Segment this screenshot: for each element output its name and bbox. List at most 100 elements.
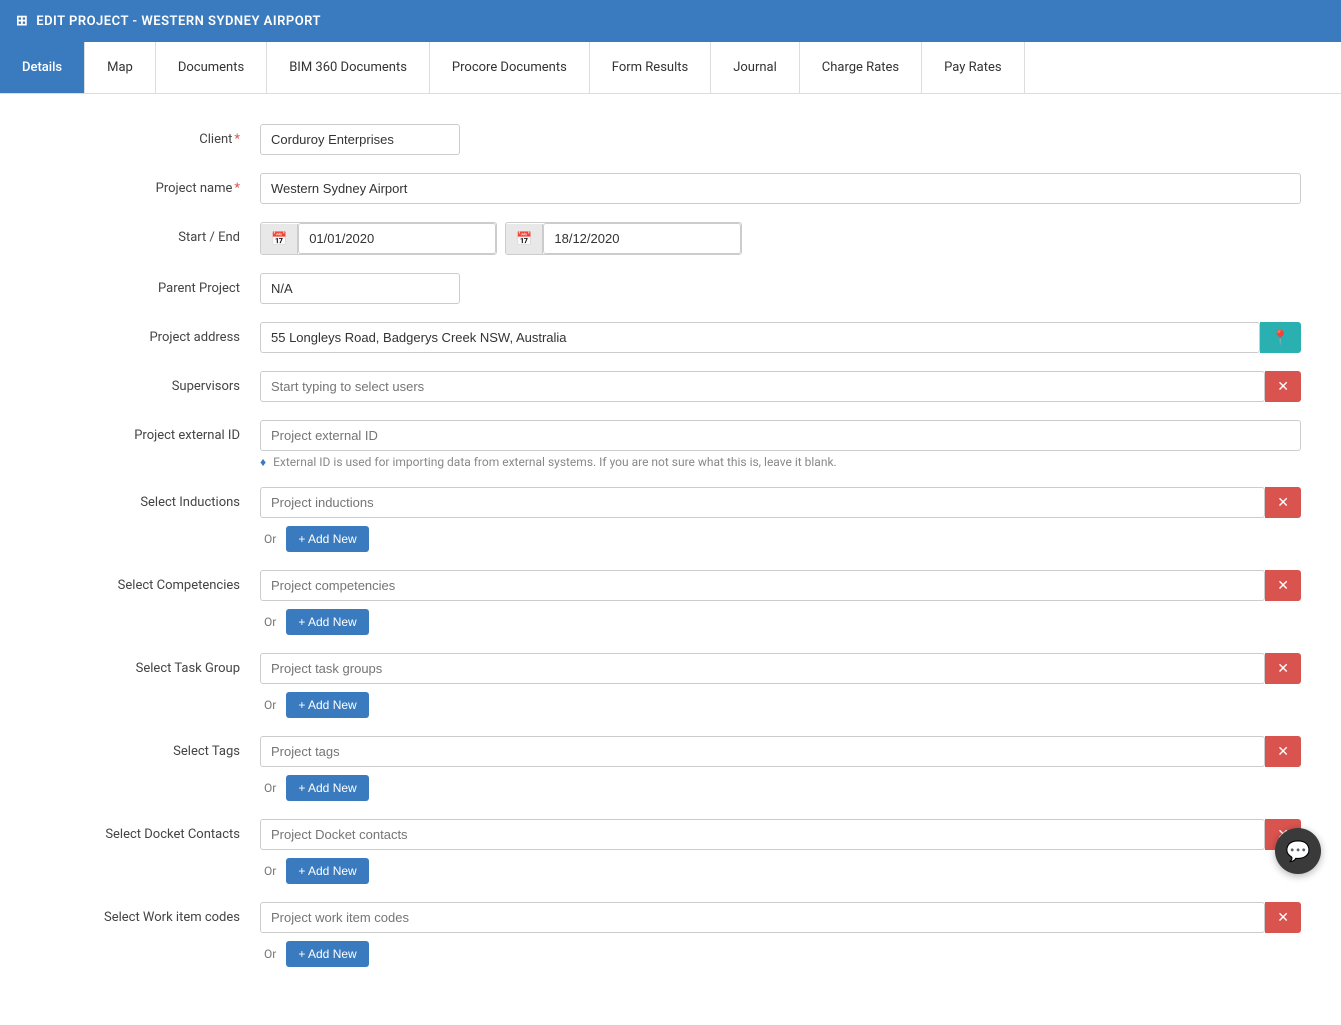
competencies-clear-button[interactable]: ✕ bbox=[1265, 570, 1301, 601]
tags-clear-button[interactable]: ✕ bbox=[1265, 736, 1301, 767]
external-id-control: ♦ External ID is used for importing data… bbox=[260, 420, 1301, 469]
tags-control: ✕ Or + Add New bbox=[260, 736, 1301, 801]
task-group-select-wrap: ✕ bbox=[260, 653, 1301, 684]
work-item-codes-control: ✕ Or + Add New bbox=[260, 902, 1301, 967]
supervisors-control: ✕ bbox=[260, 371, 1301, 402]
tab-bar: Details Map Documents BIM 360 Documents … bbox=[0, 42, 1341, 94]
supervisors-row: Supervisors ✕ bbox=[40, 371, 1301, 402]
tab-procore[interactable]: Procore Documents bbox=[430, 42, 590, 93]
client-row: Client* bbox=[40, 124, 1301, 155]
tags-add-new-button[interactable]: + Add New bbox=[286, 775, 368, 801]
header-title: EDIT PROJECT - WESTERN SYDNEY AIRPORT bbox=[36, 14, 321, 29]
project-name-control bbox=[260, 173, 1301, 204]
competencies-select-wrap: ✕ bbox=[260, 570, 1301, 601]
select-work-item-codes-row: Select Work item codes ✕ Or + Add New bbox=[40, 902, 1301, 967]
docket-contacts-control: ✕ Or + Add New bbox=[260, 819, 1301, 884]
task-group-clear-button[interactable]: ✕ bbox=[1265, 653, 1301, 684]
docket-contacts-add-row: Or + Add New bbox=[260, 858, 1301, 884]
tab-form-results[interactable]: Form Results bbox=[590, 42, 711, 93]
supervisors-select-wrap: ✕ bbox=[260, 371, 1301, 402]
start-end-control: 📅 📅 bbox=[260, 222, 1301, 255]
end-date-wrap: 📅 bbox=[505, 222, 742, 255]
project-external-id-row: Project external ID ♦ External ID is use… bbox=[40, 420, 1301, 469]
tab-details[interactable]: Details bbox=[0, 42, 85, 93]
select-task-group-label: Select Task Group bbox=[40, 653, 260, 676]
task-group-add-new-button[interactable]: + Add New bbox=[286, 692, 368, 718]
tab-documents[interactable]: Documents bbox=[156, 42, 267, 93]
select-work-item-codes-label: Select Work item codes bbox=[40, 902, 260, 925]
work-item-codes-input[interactable] bbox=[260, 902, 1265, 933]
competencies-add-new-button[interactable]: + Add New bbox=[286, 609, 368, 635]
tab-charge-rates[interactable]: Charge Rates bbox=[800, 42, 922, 93]
end-date-icon-btn[interactable]: 📅 bbox=[506, 224, 543, 254]
address-wrap: 📍 bbox=[260, 322, 1301, 353]
docket-contacts-input[interactable] bbox=[260, 819, 1265, 850]
client-required: * bbox=[234, 132, 240, 147]
task-group-input[interactable] bbox=[260, 653, 1265, 684]
competencies-add-row: Or + Add New bbox=[260, 609, 1301, 635]
select-inductions-row: Select Inductions ✕ Or + Add New bbox=[40, 487, 1301, 552]
project-address-input[interactable] bbox=[260, 322, 1260, 353]
client-label: Client* bbox=[40, 124, 260, 147]
supervisors-label: Supervisors bbox=[40, 371, 260, 394]
task-group-or-text: Or bbox=[264, 698, 276, 712]
parent-project-control bbox=[260, 273, 1301, 304]
select-tags-label: Select Tags bbox=[40, 736, 260, 759]
end-date-input[interactable] bbox=[543, 223, 741, 254]
project-address-row: Project address 📍 bbox=[40, 322, 1301, 353]
map-pin-button[interactable]: 📍 bbox=[1260, 322, 1301, 353]
project-address-label: Project address bbox=[40, 322, 260, 345]
project-name-label: Project name* bbox=[40, 173, 260, 196]
tags-input[interactable] bbox=[260, 736, 1265, 767]
inductions-input[interactable] bbox=[260, 487, 1265, 518]
tab-map[interactable]: Map bbox=[85, 42, 156, 93]
project-name-row: Project name* bbox=[40, 173, 1301, 204]
main-content: Client* Project name* Start / End 📅 📅 bbox=[0, 94, 1341, 1025]
supervisors-input[interactable] bbox=[260, 371, 1265, 402]
client-input[interactable] bbox=[260, 124, 460, 155]
tags-select-wrap: ✕ bbox=[260, 736, 1301, 767]
inductions-add-new-button[interactable]: + Add New bbox=[286, 526, 368, 552]
info-icon: ♦ bbox=[260, 455, 266, 469]
start-date-wrap: 📅 bbox=[260, 222, 497, 255]
external-id-help: ♦ External ID is used for importing data… bbox=[260, 455, 1301, 469]
tab-journal[interactable]: Journal bbox=[711, 42, 800, 93]
supervisors-clear-button[interactable]: ✕ bbox=[1265, 371, 1301, 402]
tab-pay-rates[interactable]: Pay Rates bbox=[922, 42, 1024, 93]
task-group-control: ✕ Or + Add New bbox=[260, 653, 1301, 718]
competencies-input[interactable] bbox=[260, 570, 1265, 601]
task-group-add-row: Or + Add New bbox=[260, 692, 1301, 718]
select-competencies-label: Select Competencies bbox=[40, 570, 260, 593]
app-header: ⊞ EDIT PROJECT - WESTERN SYDNEY AIRPORT bbox=[0, 0, 1341, 42]
start-date-icon-btn[interactable]: 📅 bbox=[261, 224, 298, 254]
docket-contacts-add-new-button[interactable]: + Add New bbox=[286, 858, 368, 884]
start-end-row: Start / End 📅 📅 bbox=[40, 222, 1301, 255]
work-item-codes-add-new-button[interactable]: + Add New bbox=[286, 941, 368, 967]
select-docket-contacts-row: Select Docket Contacts ✕ Or + Add New bbox=[40, 819, 1301, 884]
inductions-add-row: Or + Add New bbox=[260, 526, 1301, 552]
docket-contacts-or-text: Or bbox=[264, 864, 276, 878]
chat-widget[interactable]: 💬 bbox=[1275, 828, 1321, 874]
select-docket-contacts-label: Select Docket Contacts bbox=[40, 819, 260, 842]
tags-or-text: Or bbox=[264, 781, 276, 795]
select-competencies-row: Select Competencies ✕ Or + Add New bbox=[40, 570, 1301, 635]
inductions-control: ✕ Or + Add New bbox=[260, 487, 1301, 552]
work-item-codes-select-wrap: ✕ bbox=[260, 902, 1301, 933]
parent-project-label: Parent Project bbox=[40, 273, 260, 296]
client-control bbox=[260, 124, 1301, 155]
start-end-label: Start / End bbox=[40, 222, 260, 245]
work-item-codes-clear-button[interactable]: ✕ bbox=[1265, 902, 1301, 933]
docket-contacts-select-wrap: ✕ bbox=[260, 819, 1301, 850]
project-external-id-input[interactable] bbox=[260, 420, 1301, 451]
inductions-clear-button[interactable]: ✕ bbox=[1265, 487, 1301, 518]
tab-bim360[interactable]: BIM 360 Documents bbox=[267, 42, 430, 93]
project-name-input[interactable] bbox=[260, 173, 1301, 204]
select-task-group-row: Select Task Group ✕ Or + Add New bbox=[40, 653, 1301, 718]
inductions-select-wrap: ✕ bbox=[260, 487, 1301, 518]
start-date-input[interactable] bbox=[298, 223, 496, 254]
work-item-codes-or-text: Or bbox=[264, 947, 276, 961]
parent-project-input[interactable] bbox=[260, 273, 460, 304]
grid-icon: ⊞ bbox=[16, 13, 28, 29]
work-item-codes-add-row: Or + Add New bbox=[260, 941, 1301, 967]
project-address-control: 📍 bbox=[260, 322, 1301, 353]
